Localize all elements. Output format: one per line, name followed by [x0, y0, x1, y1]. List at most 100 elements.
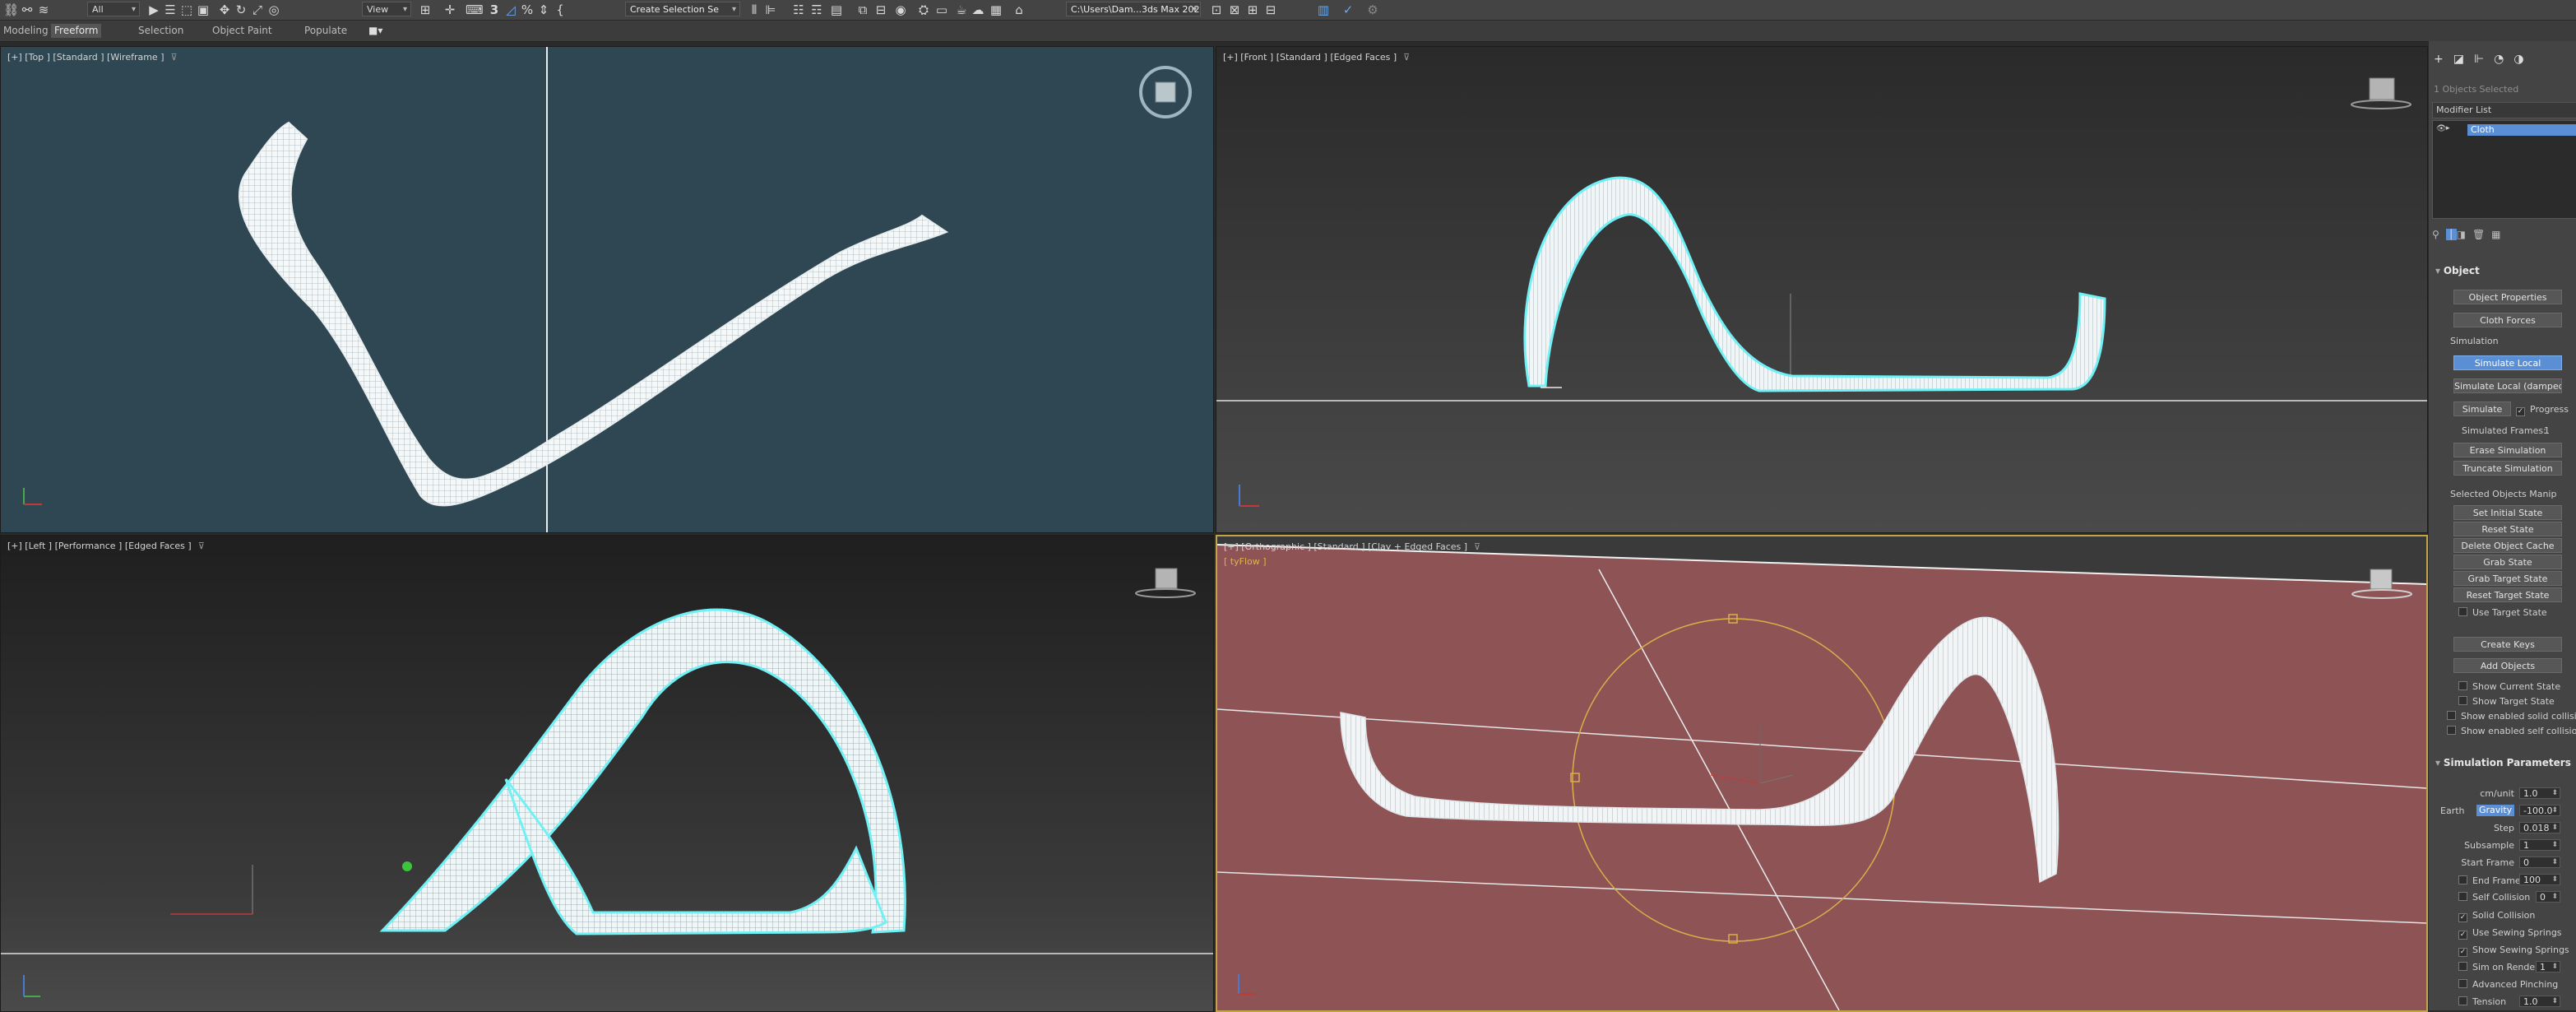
make-unique-icon[interactable]: ◨ [2457, 229, 2472, 240]
show-current-state-checkbox[interactable]: Show Current State [2458, 681, 2560, 692]
checkbox-unchecked[interactable] [2458, 892, 2467, 901]
edit-named-selection-icon[interactable]: { [553, 2, 568, 17]
bind-space-warp-icon[interactable]: ≋ [36, 2, 51, 17]
object-properties-button[interactable]: Object Properties [2453, 290, 2562, 304]
selection-filter-dropdown[interactable]: All [87, 2, 140, 16]
toggle-ribbon-icon[interactable]: ▤ [829, 2, 844, 17]
cloth-modifier-entry[interactable]: Cloth [2467, 124, 2576, 136]
cloth-mesh-front[interactable] [1523, 176, 2106, 392]
show-target-state-checkbox[interactable]: Show Target State [2458, 696, 2555, 707]
scene-explorer-icon[interactable]: ☷ [791, 2, 806, 17]
tab-selection[interactable]: Selection [135, 24, 187, 38]
filter-icon[interactable]: ⊽ [198, 541, 205, 551]
schematic-view-icon[interactable]: ⊟ [873, 2, 888, 17]
viewport-label-text[interactable]: [+] [Left ] [Performance ] [Edged Faces … [7, 541, 192, 551]
rendered-frame-window-icon[interactable]: ▭ [934, 2, 949, 17]
viewcube-gizmo[interactable] [2351, 77, 2412, 109]
simulate-button[interactable]: Simulate [2453, 402, 2511, 416]
viewport-label-text[interactable]: [+] [Top ] [Standard ] [Wireframe ] [7, 52, 164, 63]
show-end-result-icon[interactable]: ⏐ [2445, 229, 2457, 240]
grab-target-state-button[interactable]: Grab Target State [2453, 571, 2562, 586]
end-frame-spinner[interactable]: 100 [2519, 874, 2560, 885]
self-collision-spinner[interactable]: 0 [2536, 891, 2560, 903]
checkbox-unchecked[interactable] [2458, 696, 2467, 705]
set-initial-state-button[interactable]: Set Initial State [2453, 505, 2562, 520]
checkbox-unchecked[interactable] [2458, 996, 2467, 1005]
cloth-mesh-left[interactable] [379, 608, 906, 934]
viewcube-gizmo[interactable] [1135, 568, 1196, 598]
viewport-left[interactable]: [+] [Left ] [Performance ] [Edged Faces … [0, 535, 1214, 1012]
simulation-parameters-header[interactable]: Simulation Parameters [2435, 757, 2571, 768]
modifier-stack[interactable]: 👁 ▸ Cloth [2432, 120, 2576, 219]
checkbox-checked[interactable]: ✓ [2458, 913, 2467, 922]
project-icon[interactable]: ⊞ [1245, 2, 1260, 17]
checkbox-checked[interactable]: ✓ [2516, 407, 2525, 416]
advanced-pinching-checkbox[interactable]: Advanced Pinching [2458, 979, 2558, 990]
truncate-simulation-button[interactable]: Truncate Simulation [2453, 461, 2562, 476]
curve-editor-icon[interactable]: ⧉ [855, 2, 870, 17]
render-production-icon[interactable]: ☕ [954, 2, 969, 17]
tension-checkbox[interactable]: Tension [2458, 996, 2506, 1007]
tab-modeling[interactable]: Modeling [0, 24, 52, 38]
pin-stack-icon[interactable]: ⚲ [2432, 229, 2446, 240]
checkbox-unchecked[interactable] [2458, 979, 2467, 988]
solid-collision-checkbox[interactable]: ✓ Solid Collision [2458, 910, 2535, 922]
checkbox-unchecked[interactable] [2458, 875, 2467, 884]
cloth-forces-button[interactable]: Cloth Forces [2453, 313, 2562, 327]
tab-object-paint[interactable]: Object Paint [209, 24, 276, 38]
earth-button[interactable]: Earth [2440, 805, 2465, 816]
object-rollout-header[interactable]: Object [2435, 265, 2480, 276]
reset-state-button[interactable]: Reset State [2453, 522, 2562, 536]
window-crossing-icon[interactable]: ▣ [196, 2, 211, 17]
checkbox-unchecked[interactable] [2458, 681, 2467, 690]
self-collision-checkbox[interactable]: Self Collision [2458, 892, 2530, 903]
create-keys-button[interactable]: Create Keys [2453, 637, 2562, 652]
check-status-icon[interactable]: ✓ [1341, 2, 1355, 17]
layer-explorer-icon[interactable]: ☶ [809, 2, 824, 17]
checkbox-unchecked[interactable] [2447, 726, 2456, 735]
expand-arrow-icon[interactable]: ▸ [2446, 124, 2450, 132]
progress-checkbox[interactable]: ✓ Progress [2516, 404, 2569, 416]
align-icon[interactable]: ⊫ [763, 2, 778, 17]
simulate-local-damped-button[interactable]: Simulate Local (damped) [2453, 378, 2562, 393]
viewport-front[interactable]: [+] [Front ] [Standard ] [Edged Faces ] ⊽ [1216, 46, 2428, 533]
material-editor-icon[interactable]: ◉ [893, 2, 908, 17]
select-by-name-icon[interactable]: ☰ [163, 2, 178, 17]
delete-object-cache-button[interactable]: Delete Object Cache [2453, 538, 2562, 553]
named-selection-dropdown[interactable]: Create Selection Se [625, 2, 740, 16]
placement-icon[interactable]: ◎ [266, 2, 281, 17]
render-in-cloud-icon[interactable]: ☁ [971, 2, 985, 17]
angle-snap-icon[interactable]: ◿ [503, 2, 518, 17]
asset-tracking-icon[interactable]: ⊟ [1263, 2, 1278, 17]
viewport-label[interactable]: [+] [Front ] [Standard ] [Edged Faces ] ⊽ [1223, 52, 1410, 63]
viewport-label-text[interactable]: [+] [Orthographic ] [Standard ] [Clay + … [1224, 541, 1467, 552]
reference-coordinate-dropdown[interactable]: View [362, 2, 411, 16]
select-manipulate-icon[interactable]: ✛ [442, 2, 457, 17]
modifier-list-dropdown[interactable]: Modifier List [2432, 102, 2576, 118]
keyboard-shortcut-toggle-icon[interactable]: ⌨ [466, 2, 484, 17]
sim-on-render-spinner[interactable]: 1 [2536, 961, 2560, 973]
pivot-center-icon[interactable]: ⊞ [418, 2, 433, 17]
end-frame-checkbox[interactable]: End Frame [2458, 875, 2521, 886]
viewport-label[interactable]: [+] [Top ] [Standard ] [Wireframe ] ⊽ [7, 52, 178, 63]
use-target-state-checkbox[interactable]: Use Target State [2458, 607, 2547, 618]
filter-icon[interactable]: ⊽ [1474, 541, 1480, 552]
light-helper-icon[interactable] [402, 861, 412, 871]
subsample-spinner[interactable]: 1 [2519, 839, 2560, 851]
start-frame-spinner[interactable]: 0 [2519, 856, 2560, 868]
hierarchy-tab-icon[interactable]: ⊩ [2474, 53, 2494, 66]
mirror-icon[interactable]: ⫴ [747, 2, 762, 17]
simulate-local-button[interactable]: Simulate Local [2453, 355, 2562, 370]
checkbox-checked[interactable]: ✓ [2458, 948, 2467, 957]
select-scale-icon[interactable]: ⤢ [250, 2, 265, 17]
add-objects-button[interactable]: Add Objects [2453, 658, 2562, 673]
select-rotate-icon[interactable]: ↻ [234, 2, 248, 17]
create-tab-icon[interactable]: + [2434, 53, 2453, 66]
grab-state-button[interactable]: Grab State [2453, 555, 2562, 569]
viewport-label[interactable]: [+] [Orthographic ] [Standard ] [Clay + … [1224, 541, 1480, 552]
checkbox-unchecked[interactable] [2447, 711, 2456, 720]
cloth-mesh-top[interactable] [239, 121, 949, 507]
viewport-label[interactable]: [+] [Left ] [Performance ] [Edged Faces … [7, 541, 205, 551]
settings-gear-icon[interactable]: ⚙ [1365, 2, 1380, 17]
viewport-label-text[interactable]: [+] [Front ] [Standard ] [Edged Faces ] [1223, 52, 1397, 63]
